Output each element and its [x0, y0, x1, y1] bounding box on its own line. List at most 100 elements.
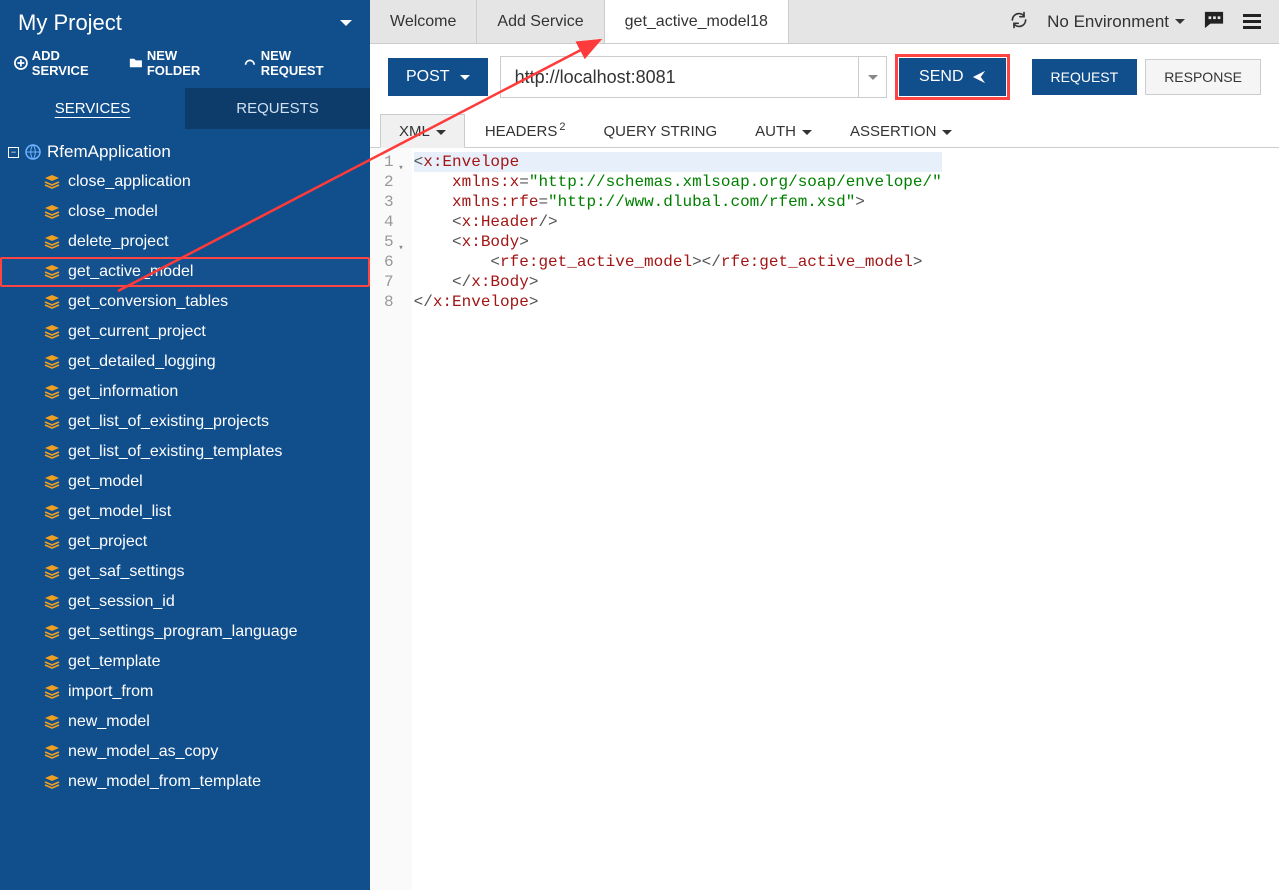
- tree-item-label: get_settings_program_language: [68, 623, 298, 641]
- tab-request[interactable]: REQUEST: [1032, 59, 1138, 95]
- tree-item-label: get_current_project: [68, 323, 206, 341]
- headers-count-badge: 2: [559, 121, 565, 133]
- send-icon: [972, 70, 986, 84]
- http-method-label: POST: [406, 68, 450, 86]
- menu-icon[interactable]: [1243, 14, 1261, 29]
- folder-plus-icon: [129, 56, 143, 70]
- tree-item-label: new_model_from_template: [68, 773, 261, 791]
- new-folder-label: NEW FOLDER: [147, 48, 233, 78]
- tree-item-label: get_list_of_existing_projects: [68, 413, 269, 431]
- subtab-headers[interactable]: HEADERS2: [467, 113, 584, 147]
- subtab-assertion[interactable]: ASSERTION: [832, 115, 970, 147]
- request-icon: [243, 56, 257, 70]
- send-label: SEND: [919, 68, 963, 86]
- collapse-icon[interactable]: −: [8, 147, 19, 158]
- tree-item[interactable]: close_model: [0, 197, 370, 227]
- new-folder-button[interactable]: NEW FOLDER: [129, 48, 233, 78]
- tree-item[interactable]: get_conversion_tables: [0, 287, 370, 317]
- editor-gutter: 1▾2▾3▾4▾5▾6▾7▾8▾: [370, 148, 412, 890]
- tree-item[interactable]: new_model_from_template: [0, 767, 370, 797]
- new-request-button[interactable]: NEW REQUEST: [243, 48, 356, 78]
- tree-item[interactable]: get_settings_program_language: [0, 617, 370, 647]
- top-tab[interactable]: Add Service: [477, 0, 604, 43]
- tab-requests[interactable]: REQUESTS: [185, 88, 370, 129]
- tree-item-label: new_model_as_copy: [68, 743, 218, 761]
- tree-item[interactable]: get_saf_settings: [0, 557, 370, 587]
- tab-services[interactable]: SERVICES: [0, 88, 185, 129]
- service-tree: − RfemApplication close_applicationclose…: [0, 129, 370, 890]
- main-panel: WelcomeAdd Serviceget_active_model18 No …: [370, 0, 1279, 890]
- url-input[interactable]: [501, 67, 858, 88]
- tree-item-label: delete_project: [68, 233, 169, 251]
- project-title: My Project: [18, 10, 122, 36]
- editor-code[interactable]: <x:Envelope xmlns:x="http://schemas.xmls…: [412, 148, 942, 890]
- top-tab[interactable]: Welcome: [370, 0, 477, 43]
- chevron-down-icon: [460, 75, 470, 80]
- tree-item-label: close_application: [68, 173, 191, 191]
- tree-item[interactable]: get_list_of_existing_templates: [0, 437, 370, 467]
- tree-item-label: get_session_id: [68, 593, 175, 611]
- tree-item-label: get_saf_settings: [68, 563, 185, 581]
- tree-item-label: get_information: [68, 383, 178, 401]
- tree-item[interactable]: get_information: [0, 377, 370, 407]
- subtab-query-label: QUERY STRING: [604, 123, 718, 140]
- url-input-group: [500, 56, 887, 98]
- tree-item[interactable]: get_model: [0, 467, 370, 497]
- add-service-button[interactable]: ADD SERVICE: [14, 48, 119, 78]
- new-request-label: NEW REQUEST: [261, 48, 356, 78]
- tab-response[interactable]: RESPONSE: [1145, 59, 1261, 95]
- tree-item[interactable]: get_detailed_logging: [0, 347, 370, 377]
- tree-item-label: get_template: [68, 653, 161, 671]
- chevron-down-icon: [942, 130, 952, 135]
- sidebar: My Project ADD SERVICE NEW FOLDER NEW RE…: [0, 0, 370, 890]
- tree-item-label: import_from: [68, 683, 153, 701]
- send-button[interactable]: SEND: [899, 58, 1005, 96]
- subtab-auth[interactable]: AUTH: [737, 115, 830, 147]
- tree-item[interactable]: new_model_as_copy: [0, 737, 370, 767]
- chevron-down-icon: [340, 20, 352, 26]
- subtab-headers-label: HEADERS: [485, 123, 558, 140]
- tree-item-label: get_conversion_tables: [68, 293, 228, 311]
- chevron-down-icon: [802, 130, 812, 135]
- tree-item[interactable]: get_session_id: [0, 587, 370, 617]
- add-service-label: ADD SERVICE: [32, 48, 119, 78]
- tree-item[interactable]: get_list_of_existing_projects: [0, 407, 370, 437]
- project-header[interactable]: My Project: [0, 0, 370, 42]
- environment-label: No Environment: [1047, 12, 1169, 32]
- tree-item-label: new_model: [68, 713, 150, 731]
- tree-item[interactable]: delete_project: [0, 227, 370, 257]
- plus-circle-icon: [14, 56, 28, 70]
- tree-item-label: get_list_of_existing_templates: [68, 443, 282, 461]
- tree-item[interactable]: close_application: [0, 167, 370, 197]
- tree-item[interactable]: import_from: [0, 677, 370, 707]
- refresh-icon[interactable]: [1009, 10, 1029, 33]
- tree-item-label: close_model: [68, 203, 158, 221]
- http-method-dropdown[interactable]: POST: [388, 58, 488, 96]
- code-editor[interactable]: 1▾2▾3▾4▾5▾6▾7▾8▾ <x:Envelope xmlns:x="ht…: [370, 148, 1279, 890]
- subtab-query-string[interactable]: QUERY STRING: [586, 115, 736, 147]
- tree-item-label: get_model_list: [68, 503, 171, 521]
- subtab-assertion-label: ASSERTION: [850, 123, 936, 140]
- tree-item[interactable]: get_active_model: [0, 257, 370, 287]
- tree-item[interactable]: get_project: [0, 527, 370, 557]
- tree-item-label: get_detailed_logging: [68, 353, 216, 371]
- chat-icon[interactable]: [1203, 10, 1225, 33]
- tree-item[interactable]: new_model: [0, 707, 370, 737]
- tree-root-label: RfemApplication: [47, 142, 171, 162]
- tree-item-label: get_active_model: [68, 263, 193, 281]
- subtab-xml-label: XML: [399, 123, 430, 140]
- tree-item[interactable]: get_current_project: [0, 317, 370, 347]
- globe-icon: [25, 144, 41, 160]
- subtab-auth-label: AUTH: [755, 123, 796, 140]
- environment-dropdown[interactable]: No Environment: [1047, 12, 1185, 32]
- subtab-xml[interactable]: XML: [380, 114, 465, 148]
- chevron-down-icon: [436, 130, 446, 135]
- top-tab[interactable]: get_active_model18: [605, 0, 789, 43]
- tree-item-label: get_model: [68, 473, 143, 491]
- url-history-dropdown[interactable]: [858, 57, 886, 97]
- tree-root[interactable]: − RfemApplication: [0, 137, 370, 167]
- tree-item-label: get_project: [68, 533, 147, 551]
- chevron-down-icon: [868, 75, 878, 80]
- tree-item[interactable]: get_template: [0, 647, 370, 677]
- tree-item[interactable]: get_model_list: [0, 497, 370, 527]
